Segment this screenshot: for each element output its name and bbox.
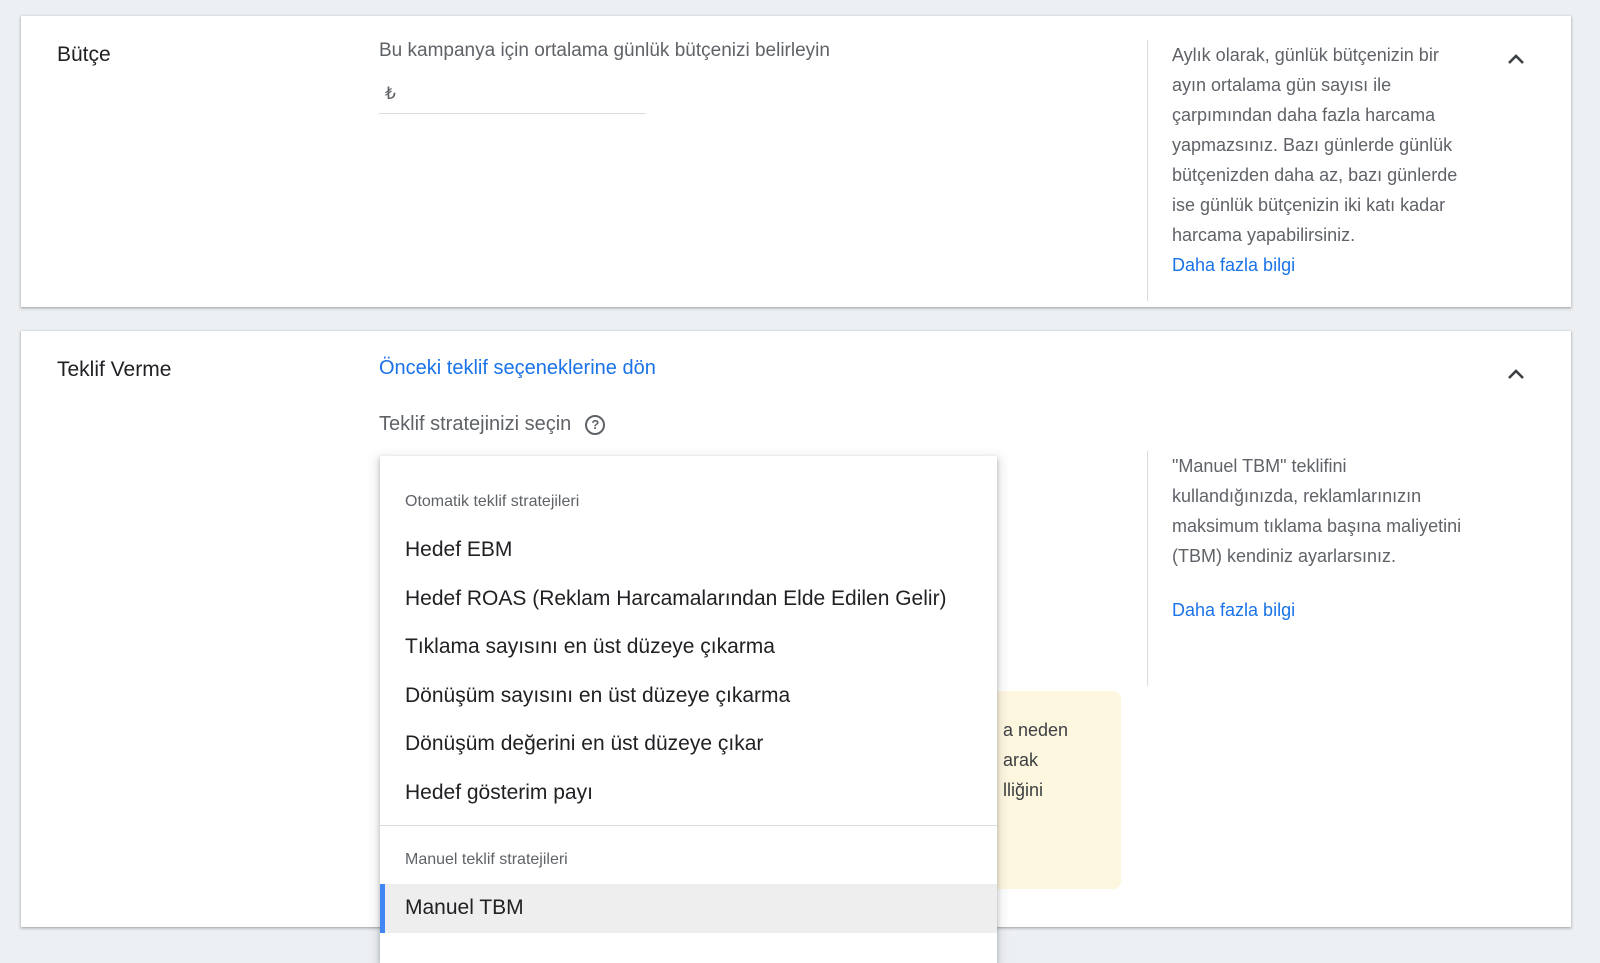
auto-strategies-group-label: Otomatik teklif stratejileri [405, 493, 580, 510]
strategy-option-maximize-conversion-value[interactable]: Dönüşüm değerini en üst düzeye çıkar [380, 720, 997, 769]
strategy-option-maximize-clicks[interactable]: Tıklama sayısını en üst düzeye çıkarma [380, 623, 997, 672]
budget-collapse-button[interactable] [1500, 43, 1532, 75]
strategy-option-manual-cpc[interactable]: Manuel TBM [380, 884, 997, 933]
bidding-help-text: "Manuel TBM" teklifini kullandığınızda, … [1172, 456, 1462, 566]
strategy-option-target-impression-share[interactable]: Hedef gösterim payı [380, 769, 997, 818]
notice-line: arak [1003, 750, 1039, 770]
bidding-learn-more-link[interactable]: Daha fazla bilgi [1172, 600, 1295, 620]
bidding-help-panel: "Manuel TBM" teklifini kullandığınızda, … [1147, 451, 1467, 686]
strategy-option-target-roas[interactable]: Hedef ROAS (Reklam Harcamalarından Elde … [380, 575, 997, 624]
budget-input[interactable] [401, 83, 646, 104]
budget-card: Bütçe Bu kampanya için ortalama günlük b… [21, 16, 1571, 307]
budget-learn-more-link[interactable]: Daha fazla bilgi [1172, 255, 1295, 275]
strategy-option-maximize-conversions[interactable]: Dönüşüm sayısını en üst düzeye çıkarma [380, 672, 997, 721]
strategy-option-target-cpa[interactable]: Hedef EBM [380, 526, 997, 575]
manual-strategies-group-label: Manuel teklif stratejileri [405, 851, 568, 868]
dropdown-divider [380, 825, 997, 826]
notice-line: lliğini [1003, 780, 1044, 800]
back-to-bid-options-link[interactable]: Önceki teklif seçeneklerine dön [379, 357, 656, 380]
budget-field[interactable]: ₺ [379, 74, 646, 114]
budget-prompt: Bu kampanya için ortalama günlük bütçeni… [379, 40, 830, 61]
budget-section-title: Bütçe [57, 43, 111, 66]
bid-strategy-dropdown: Otomatik teklif stratejileri Hedef EBM H… [380, 456, 997, 963]
strategy-label-text: Teklif stratejinizi seçin [379, 413, 572, 435]
question-mark-icon[interactable]: ? [585, 414, 606, 435]
budget-help-text: Aylık olarak, günlük bütçenizin bir ayın… [1172, 45, 1458, 245]
strategy-label: Teklif stratejinizi seçin ? [379, 413, 606, 436]
chevron-up-icon [1508, 54, 1524, 64]
budget-help-panel: Aylık olarak, günlük bütçenizin bir ayın… [1147, 40, 1467, 301]
currency-symbol: ₺ [385, 83, 396, 103]
bidding-section-title: Teklif Verme [57, 358, 172, 381]
chevron-up-icon [1508, 369, 1524, 379]
bidding-collapse-button[interactable] [1500, 358, 1532, 390]
notice-line: a neden [1003, 720, 1069, 740]
